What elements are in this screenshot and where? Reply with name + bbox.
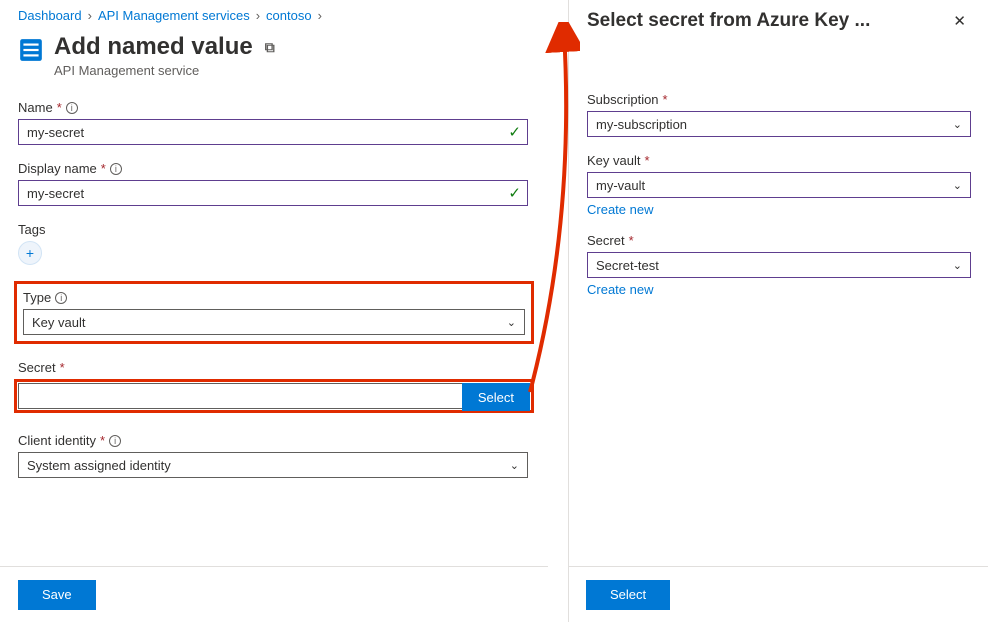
info-icon[interactable]: i — [55, 292, 67, 304]
side-secret-label: Secret — [587, 233, 625, 248]
field-display-name: Display name * i my-secret ✓ — [18, 161, 530, 206]
chevron-down-icon: ⌄ — [953, 179, 962, 192]
subscription-value: my-subscription — [596, 117, 687, 132]
required-icon: * — [57, 100, 62, 115]
client-identity-value: System assigned identity — [27, 458, 171, 473]
keyvault-create-link[interactable]: Create new — [587, 202, 653, 217]
type-label: Type — [23, 290, 51, 305]
display-name-input-value: my-secret — [27, 186, 84, 201]
chevron-right-icon: › — [88, 8, 92, 23]
keyvault-value: my-vault — [596, 178, 645, 193]
page-title: Add named value ⧉ — [54, 33, 275, 61]
info-icon[interactable]: i — [109, 435, 121, 447]
field-side-secret: Secret * Secret-test ⌄ Create new — [587, 233, 970, 297]
page-header: Add named value ⧉ API Management service — [18, 33, 530, 78]
named-value-icon — [18, 37, 44, 63]
breadcrumb-contoso[interactable]: contoso — [266, 8, 312, 23]
client-identity-label: Client identity — [18, 433, 96, 448]
check-icon: ✓ — [508, 184, 521, 202]
info-icon[interactable]: i — [66, 102, 78, 114]
page-subtitle: API Management service — [54, 63, 275, 78]
type-highlight: Type i Key vault ⌄ — [14, 281, 534, 344]
secret-input[interactable] — [18, 383, 462, 409]
required-icon: * — [60, 360, 65, 375]
name-input[interactable]: my-secret ✓ — [18, 119, 528, 145]
required-icon: * — [644, 153, 649, 168]
field-subscription: Subscription * my-subscription ⌄ — [587, 92, 970, 137]
required-icon: * — [101, 161, 106, 176]
tags-label: Tags — [18, 222, 45, 237]
chevron-down-icon: ⌄ — [953, 259, 962, 272]
chevron-right-icon: › — [256, 8, 260, 23]
add-tag-button[interactable]: + — [18, 241, 42, 265]
required-icon: * — [663, 92, 668, 107]
secret-select-button[interactable]: Select — [462, 383, 530, 411]
breadcrumb-dashboard[interactable]: Dashboard — [18, 8, 82, 23]
breadcrumb-apim[interactable]: API Management services — [98, 8, 250, 23]
field-secret: Secret * Select — [18, 360, 530, 413]
side-footer: Select — [568, 566, 988, 622]
keyvault-select[interactable]: my-vault ⌄ — [587, 172, 971, 198]
side-panel-title: Select secret from Azure Key ... — [587, 10, 870, 32]
main-panel: Dashboard › API Management services › co… — [0, 0, 548, 622]
side-panel: Select secret from Azure Key ... ✕ Subsc… — [568, 0, 988, 622]
subscription-select[interactable]: my-subscription ⌄ — [587, 111, 971, 137]
client-identity-select[interactable]: System assigned identity ⌄ — [18, 452, 528, 478]
side-select-button[interactable]: Select — [586, 580, 670, 610]
side-secret-select[interactable]: Secret-test ⌄ — [587, 252, 971, 278]
check-icon: ✓ — [508, 123, 521, 141]
main-footer: Save — [0, 566, 548, 622]
info-icon[interactable]: i — [110, 163, 122, 175]
close-icon[interactable]: ✕ — [949, 8, 970, 34]
field-tags: Tags + — [18, 222, 530, 265]
display-name-input[interactable]: my-secret ✓ — [18, 180, 528, 206]
pin-icon[interactable]: ⧉ — [265, 39, 275, 56]
chevron-down-icon: ⌄ — [510, 459, 519, 472]
name-label: Name — [18, 100, 53, 115]
page-title-text: Add named value — [54, 33, 253, 61]
required-icon: * — [629, 233, 634, 248]
field-client-identity: Client identity * i System assigned iden… — [18, 433, 530, 478]
chevron-right-icon: › — [318, 8, 322, 23]
chevron-down-icon: ⌄ — [953, 118, 962, 131]
side-secret-value: Secret-test — [596, 258, 659, 273]
field-name: Name * i my-secret ✓ — [18, 100, 530, 145]
secret-create-link[interactable]: Create new — [587, 282, 653, 297]
display-name-label: Display name — [18, 161, 97, 176]
name-input-value: my-secret — [27, 125, 84, 140]
save-button[interactable]: Save — [18, 580, 96, 610]
type-select[interactable]: Key vault ⌄ — [23, 309, 525, 335]
secret-label: Secret — [18, 360, 56, 375]
keyvault-label: Key vault — [587, 153, 640, 168]
field-keyvault: Key vault * my-vault ⌄ Create new — [587, 153, 970, 217]
required-icon: * — [100, 433, 105, 448]
subscription-label: Subscription — [587, 92, 659, 107]
chevron-down-icon: ⌄ — [507, 316, 516, 329]
breadcrumb: Dashboard › API Management services › co… — [18, 8, 530, 23]
type-select-value: Key vault — [32, 315, 85, 330]
